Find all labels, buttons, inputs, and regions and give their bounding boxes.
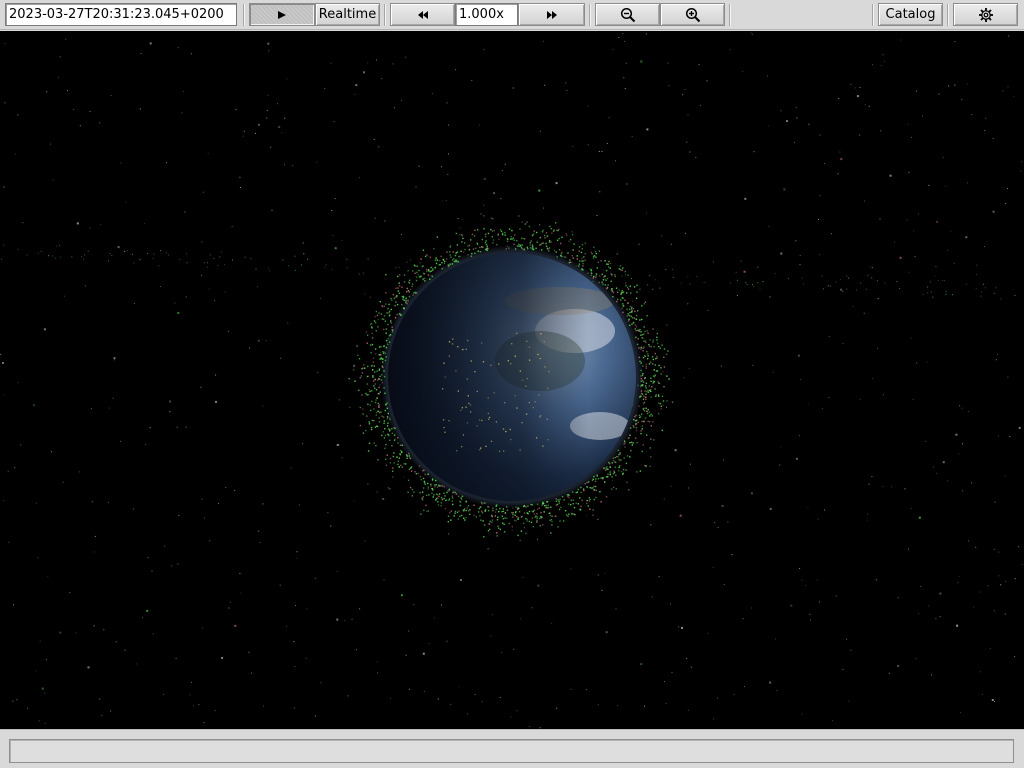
toolbar-separator [243,4,245,26]
zoom-in-icon [685,7,701,23]
toolbar-separator [384,4,386,26]
space-scene[interactable] [0,31,1024,729]
earth-globe [380,245,644,509]
toolbar-separator [589,4,591,26]
rewind-icon [417,10,429,20]
zoom-in-button[interactable] [660,3,725,26]
rewind-button[interactable] [390,3,455,26]
realtime-button[interactable]: Realtime [315,3,380,26]
datetime-input[interactable] [5,3,237,26]
zoom-out-icon [620,7,636,23]
gear-icon [978,7,994,23]
play-icon [277,10,287,20]
speed-input[interactable] [455,3,518,26]
fast-forward-button[interactable] [518,3,585,26]
settings-button[interactable] [953,3,1018,26]
toolbar-separator [872,4,874,26]
status-message [9,739,1014,763]
toolbar-separator [729,4,731,26]
zoom-out-button[interactable] [595,3,660,26]
toolbar-separator [947,4,949,26]
status-bar [0,729,1024,768]
toolbar: Realtime Ca [0,0,1024,30]
fast-forward-icon [546,10,558,20]
play-button[interactable] [249,3,315,26]
globe-viewport[interactable] [0,31,1024,729]
catalog-button[interactable]: Catalog [878,3,943,26]
